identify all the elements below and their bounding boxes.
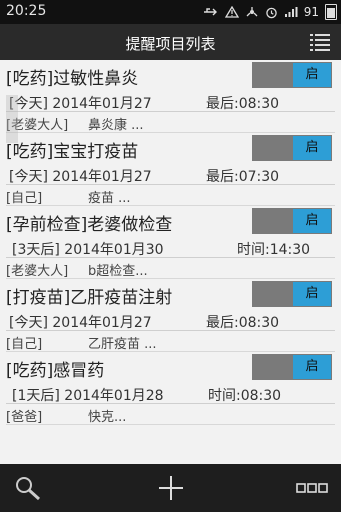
item-detail: 乙肝疫苗 ... [88, 337, 157, 352]
item-detail-row: [老婆大人] b超检查... [6, 259, 335, 279]
item-schedule-row: [今天] 2014年01月27 最后:08:30 [6, 310, 335, 331]
item-title: [打疫苗]乙肝疫苗注射 [6, 288, 173, 308]
bottom-toolbar [0, 464, 341, 512]
item-time: 时间:14:30 [237, 242, 311, 258]
item-schedule-row: [今天] 2014年01月27 最后:07:30 [6, 164, 335, 185]
item-schedule-row: [1天后] 2014年01月28 时间:08:30 [6, 383, 335, 404]
reminder-toggle[interactable]: 启 [252, 354, 332, 380]
menu-list-icon[interactable] [309, 31, 331, 53]
item-date: [今天] 2014年01月27 [9, 96, 152, 112]
list-item[interactable]: [吃药]宝宝打疫苗 启 [今天] 2014年01月27 最后:07:30 [自己… [6, 133, 335, 206]
item-time: 最后:07:30 [206, 169, 280, 185]
alarm-icon [265, 7, 277, 18]
item-title: [孕前检查]老婆做检查 [6, 215, 173, 235]
item-detail-row: [自己] 疫苗 ... [6, 186, 335, 206]
reminder-toggle[interactable]: 启 [252, 208, 332, 234]
item-detail-row: [老婆大人] 鼻炎康 ... [6, 113, 335, 133]
item-date: [1天后] 2014年01月28 [12, 388, 164, 404]
item-detail: b超检查... [88, 264, 148, 279]
search-icon[interactable] [12, 474, 44, 502]
warning-icon [224, 6, 239, 18]
reminder-toggle[interactable]: 启 [252, 281, 332, 307]
item-date: [今天] 2014年01月27 [9, 169, 152, 185]
reminder-toggle[interactable]: 启 [252, 135, 332, 161]
reminder-toggle[interactable]: 启 [252, 62, 332, 88]
item-title: [吃药]过敏性鼻炎 [6, 69, 139, 89]
item-date: [3天后] 2014年01月30 [12, 242, 164, 258]
item-person: [爸爸] [6, 410, 43, 425]
item-person: [老婆大人] [6, 264, 69, 279]
item-title: [吃药]感冒药 [6, 361, 105, 381]
item-detail: 快克... [88, 410, 127, 425]
list-item[interactable]: [打疫苗]乙肝疫苗注射 启 [今天] 2014年01月27 最后:08:30 [… [6, 279, 335, 352]
item-title: [吃药]宝宝打疫苗 [6, 142, 139, 162]
item-schedule-row: [3天后] 2014年01月30 时间:14:30 [6, 237, 335, 258]
more-icon[interactable] [296, 474, 328, 502]
add-icon[interactable] [155, 474, 187, 502]
page-title: 提醒项目列表 [125, 35, 216, 53]
item-person: [自己] [6, 337, 43, 352]
list-item[interactable]: [孕前检查]老婆做检查 启 [3天后] 2014年01月30 时间:14:30 … [6, 206, 335, 279]
battery-level: 91 [303, 5, 319, 19]
toggle-on-label[interactable]: 启 [293, 209, 331, 233]
status-time: 20:25 [6, 3, 47, 19]
item-schedule-row: [今天] 2014年01月27 最后:08:30 [6, 91, 335, 112]
item-detail: 疫苗 ... [88, 191, 131, 206]
item-time: 时间:08:30 [208, 388, 282, 404]
toggle-on-label[interactable]: 启 [293, 63, 331, 87]
toggle-on-label[interactable]: 启 [293, 136, 331, 160]
battery-icon [325, 4, 337, 20]
signal-icon [284, 7, 298, 17]
item-person: [自己] [6, 191, 43, 206]
item-date: [今天] 2014年01月27 [9, 315, 152, 331]
item-time: 最后:08:30 [206, 96, 280, 112]
status-icons: 91 [203, 4, 337, 20]
side-drawer-handle[interactable] [6, 95, 18, 143]
status-bar: 20:25 91 [0, 0, 341, 24]
network-icon [246, 7, 258, 17]
toggle-on-label[interactable]: 启 [293, 282, 331, 306]
list-item[interactable]: [吃药]过敏性鼻炎 启 [今天] 2014年01月27 最后:08:30 [老婆… [6, 60, 335, 133]
list-item[interactable]: [吃药]感冒药 启 [1天后] 2014年01月28 时间:08:30 [爸爸]… [6, 352, 335, 425]
title-bar: 提醒项目列表 [0, 24, 341, 60]
reminder-list: [吃药]过敏性鼻炎 启 [今天] 2014年01月27 最后:08:30 [老婆… [6, 60, 335, 425]
toggle-on-label[interactable]: 启 [293, 355, 331, 379]
item-time: 最后:08:30 [206, 315, 280, 331]
usb-icon [203, 8, 217, 16]
item-detail-row: [爸爸] 快克... [6, 405, 335, 425]
item-detail: 鼻炎康 ... [88, 118, 144, 133]
item-detail-row: [自己] 乙肝疫苗 ... [6, 332, 335, 352]
